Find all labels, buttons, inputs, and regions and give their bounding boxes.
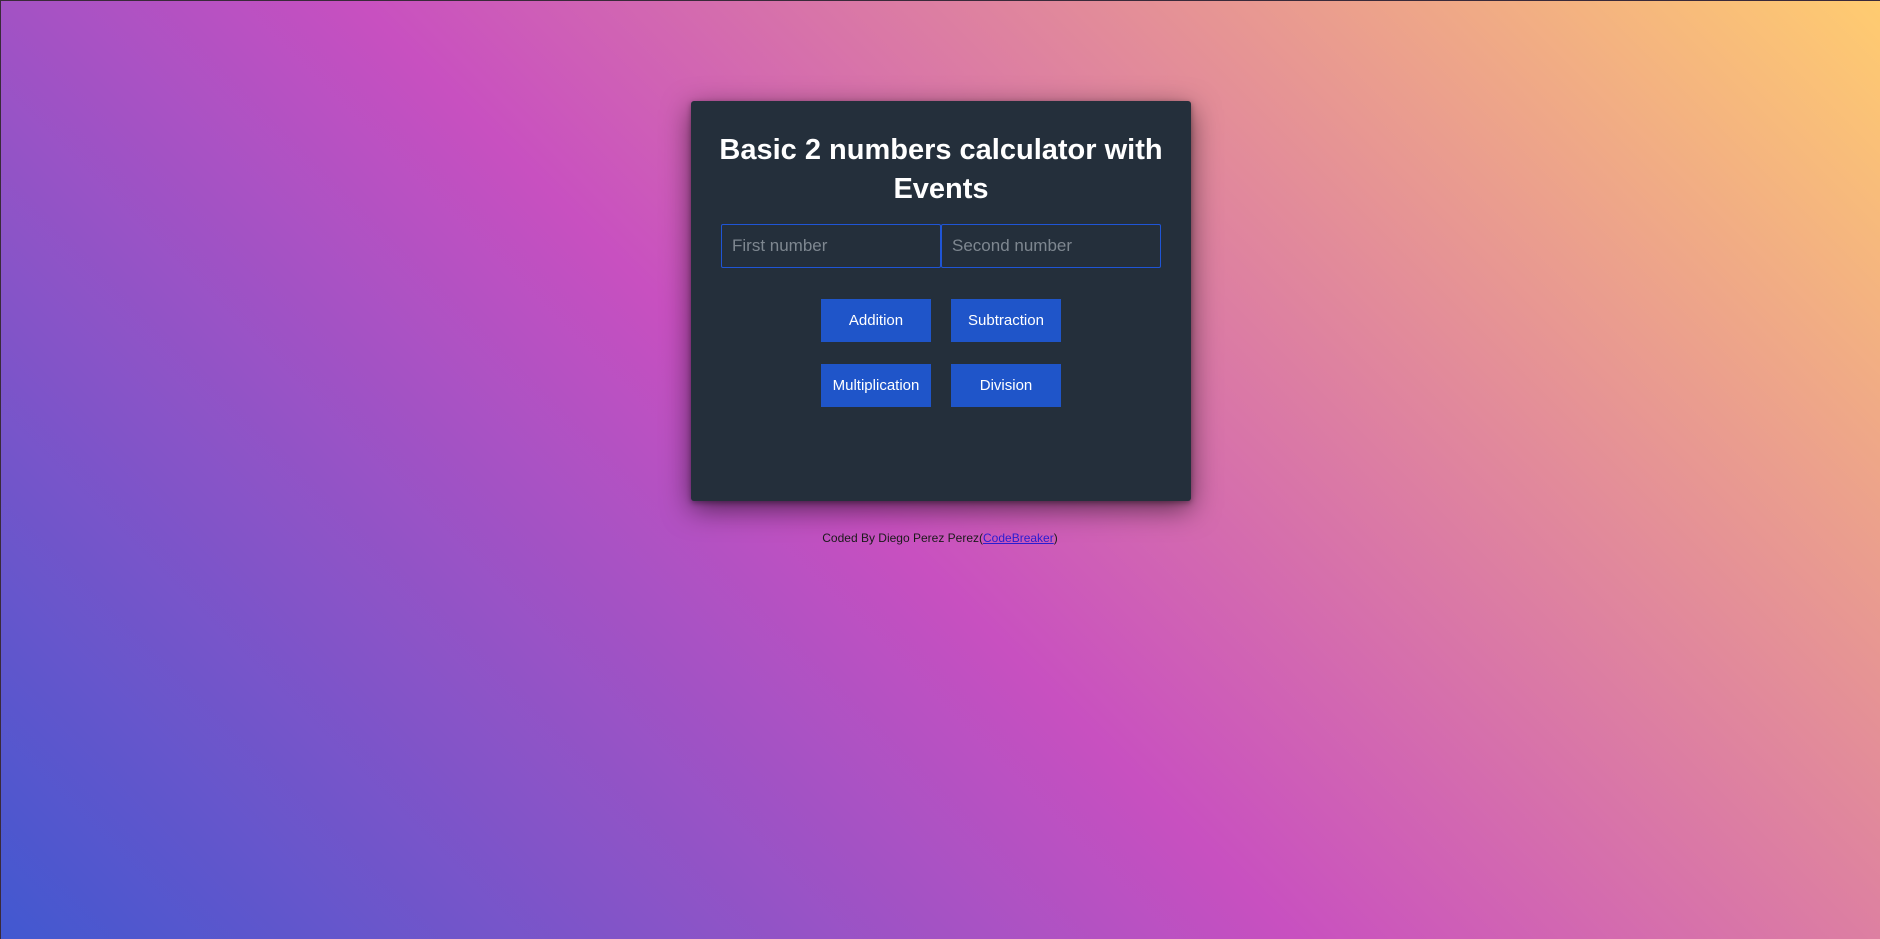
calculator-title: Basic 2 numbers calculator with Events bbox=[719, 134, 1163, 205]
number-inputs-row bbox=[721, 224, 1161, 268]
first-number-input[interactable] bbox=[721, 224, 941, 268]
multiplication-button[interactable]: Multiplication bbox=[821, 364, 931, 407]
footer-close-paren: ) bbox=[1053, 531, 1058, 545]
footer-credit: Coded By Diego Perez Perez(CodeBreaker) bbox=[0, 531, 1880, 545]
division-button[interactable]: Division bbox=[951, 364, 1061, 407]
calculator-card: Basic 2 numbers calculator with Events A… bbox=[691, 101, 1191, 501]
footer-credit-text: Coded By Diego Perez Perez bbox=[822, 531, 980, 545]
second-number-input[interactable] bbox=[941, 224, 1161, 268]
addition-button[interactable]: Addition bbox=[821, 299, 931, 342]
subtraction-button[interactable]: Subtraction bbox=[951, 299, 1061, 342]
codebreaker-link[interactable]: CodeBreaker bbox=[983, 531, 1054, 545]
